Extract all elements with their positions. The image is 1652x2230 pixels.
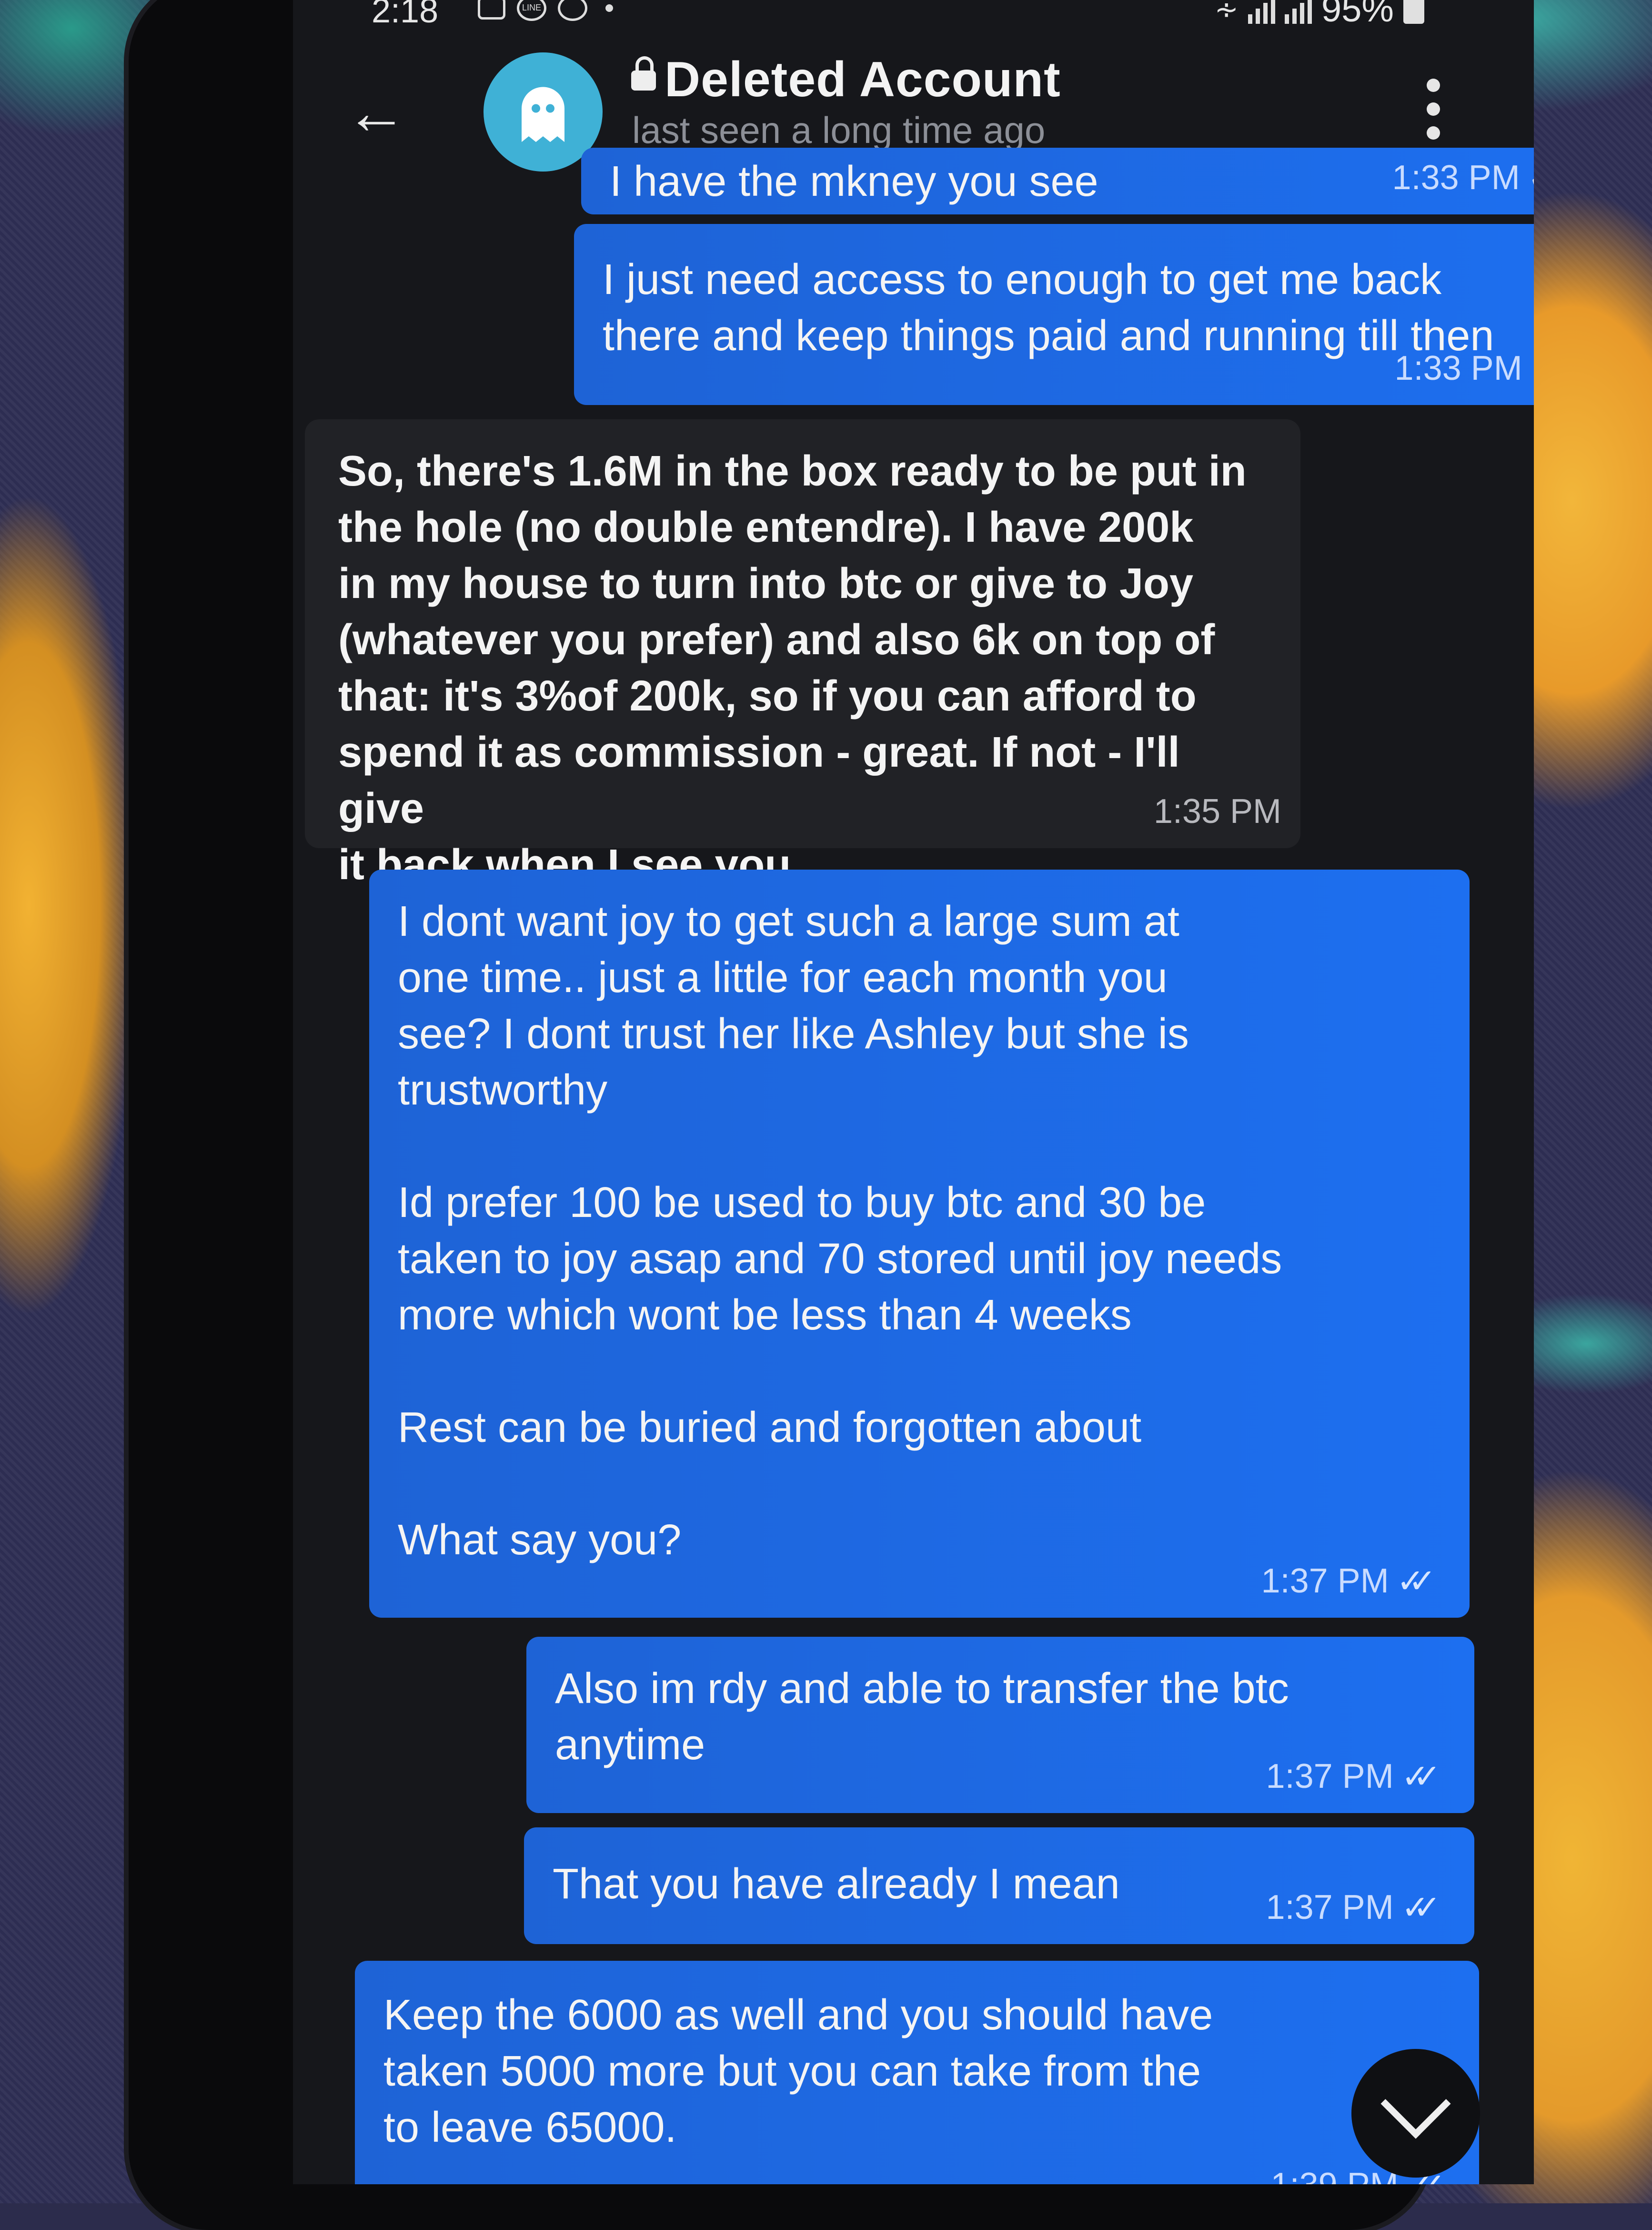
message-text: Keep the 6000 as well and you should hav… [383, 1991, 1213, 2151]
contact-name[interactable]: Deleted Account [631, 51, 1061, 108]
message-bubble[interactable]: I have the mkney you see 1:33 PM✓✓ [581, 148, 1534, 214]
notification-icons: LINE [478, 0, 613, 21]
message-meta: 1:33 PM✓✓ [1395, 340, 1534, 396]
message-bubble[interactable]: I dont want joy to get such a large sum … [369, 870, 1470, 1618]
message-time: 1:37 PM [1266, 1757, 1394, 1795]
scroll-to-bottom-button[interactable] [1351, 2049, 1480, 2178]
message-bubble[interactable]: So, there's 1.6M in the box ready to be … [305, 419, 1300, 889]
message-bubble[interactable]: Keep the 6000 as well and you should hav… [355, 1961, 1479, 2184]
contact-name-text: Deleted Account [665, 52, 1061, 107]
battery-percent: 95% [1321, 0, 1394, 30]
gallery-icon [478, 0, 505, 20]
last-seen-status: last seen a long time ago [632, 109, 1046, 151]
message-bubble[interactable]: Also im rdy and able to transfer the btc… [526, 1637, 1474, 1813]
read-checks-icon: ✓✓ [1530, 340, 1534, 396]
more-options-icon[interactable] [1427, 79, 1441, 140]
message-list: I have the mkney you see 1:33 PM✓✓ I jus… [293, 148, 1534, 2184]
system-icons: ∻ 95% [1215, 0, 1424, 30]
message-meta: 1:37 PM ✓✓ [1266, 1748, 1441, 1804]
chevron-down-icon [1380, 2068, 1451, 2139]
message-meta: 1:35 PM [1154, 783, 1281, 840]
read-checks-icon: ✓✓ [1401, 1889, 1441, 1926]
message-time: 1:33 PM [1394, 349, 1522, 387]
message-time: 1:33 PM [1392, 159, 1520, 197]
more-notifications-icon [605, 4, 613, 12]
message-bubble[interactable]: That you have already I mean 1:37 PM ✓✓ [524, 1827, 1474, 1944]
phone-body: 2:18 LINE ∻ 95% ← Deleted Account last s… [129, 0, 1534, 2230]
message-text: I dont want joy to get such a large sum … [398, 898, 1282, 1564]
message-meta: 1:33 PM✓✓ [1392, 150, 1534, 206]
read-checks-icon: ✓✓ [1528, 150, 1534, 206]
message-time: 1:37 PM [1261, 1562, 1389, 1600]
message-text: So, there's 1.6M in the box ready to be … [338, 447, 1247, 889]
signal-icon-2 [1284, 0, 1312, 24]
battery-icon [1403, 0, 1424, 24]
back-arrow-icon[interactable]: ← [345, 81, 407, 143]
ghost-icon [522, 87, 564, 142]
message-bubble[interactable]: I just need access to enough to get me b… [574, 224, 1534, 405]
message-meta: 1:37 PM ✓✓ [1266, 1879, 1441, 1936]
chat-icon [558, 0, 587, 21]
message-time: 1:35 PM [1153, 792, 1281, 831]
lock-icon [631, 56, 656, 91]
message-time: 1:37 PM [1266, 1888, 1394, 1926]
message-meta: 1:37 PM ✓✓ [1261, 1553, 1437, 1609]
read-checks-icon: ✓✓ [1401, 1758, 1441, 1795]
wifi-icon: ∻ [1214, 0, 1239, 25]
status-bar: 2:18 LINE ∻ 95% [293, 0, 1534, 38]
signal-icon [1248, 0, 1275, 24]
line-icon: LINE [517, 0, 546, 21]
status-time: 2:18 [372, 0, 439, 30]
read-checks-icon: ✓✓ [1396, 1562, 1436, 1600]
phone-screen: 2:18 LINE ∻ 95% ← Deleted Account last s… [293, 0, 1534, 2184]
